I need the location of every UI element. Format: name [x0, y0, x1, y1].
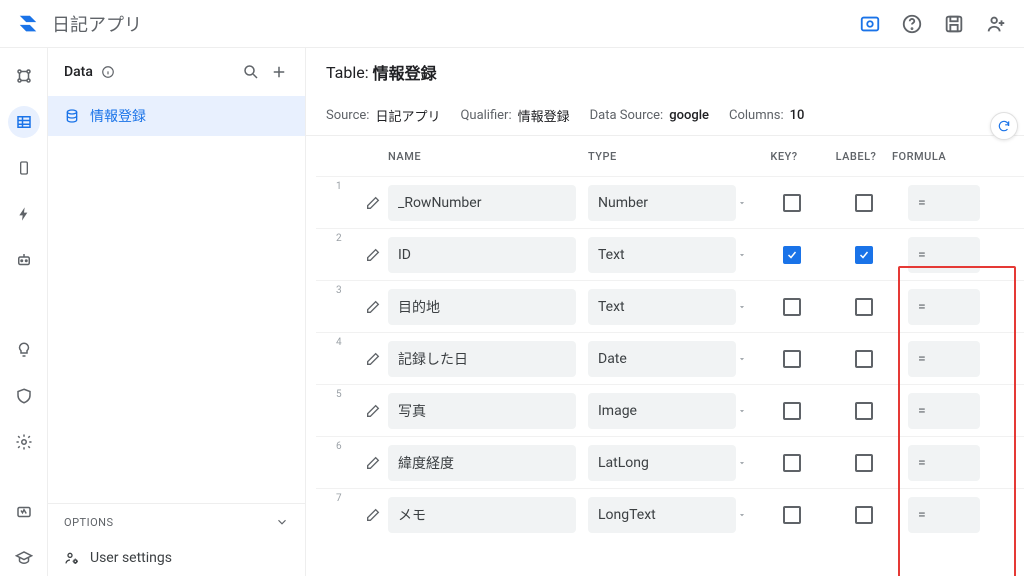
- key-checkbox[interactable]: [783, 194, 801, 212]
- chevron-down-icon[interactable]: [736, 406, 748, 416]
- edit-icon[interactable]: [358, 455, 388, 471]
- refresh-button[interactable]: [990, 112, 1018, 140]
- key-checkbox[interactable]: [783, 350, 801, 368]
- topbar: 日記アプリ: [0, 0, 1024, 48]
- nav-app-icon[interactable]: [8, 60, 40, 92]
- table-title: Table: 情報登録: [306, 48, 1024, 96]
- nav-data-icon[interactable]: [8, 106, 40, 138]
- label-checkbox[interactable]: [855, 350, 873, 368]
- column-name-input[interactable]: 記録した日: [388, 341, 576, 377]
- label-checkbox[interactable]: [855, 506, 873, 524]
- help-icon[interactable]: [900, 12, 924, 36]
- column-name-input[interactable]: メモ: [388, 497, 576, 533]
- edit-icon[interactable]: [358, 351, 388, 367]
- nav-automation-icon[interactable]: [8, 244, 40, 276]
- column-type-select[interactable]: Text: [588, 289, 736, 325]
- row-number: 1: [336, 177, 358, 192]
- formula-input[interactable]: =: [908, 289, 980, 325]
- sidebar-item-label: 情報登録: [90, 106, 146, 126]
- key-checkbox[interactable]: [783, 298, 801, 316]
- key-checkbox[interactable]: [783, 506, 801, 524]
- chevron-down-icon[interactable]: [736, 198, 748, 208]
- chevron-down-icon[interactable]: [736, 458, 748, 468]
- table-row: 7 メモ LongText =: [316, 488, 1024, 540]
- nav-actions-icon[interactable]: [8, 198, 40, 230]
- row-number: 3: [336, 281, 358, 296]
- preview-icon[interactable]: [858, 12, 882, 36]
- add-icon[interactable]: [269, 62, 289, 82]
- save-icon[interactable]: [942, 12, 966, 36]
- appsheet-logo: [16, 12, 40, 36]
- chevron-down-icon[interactable]: [736, 354, 748, 364]
- chevron-down-icon: [275, 515, 289, 529]
- formula-input[interactable]: =: [908, 445, 980, 481]
- column-type-select[interactable]: LatLong: [588, 445, 736, 481]
- chevron-down-icon[interactable]: [736, 250, 748, 260]
- nav-manage-icon[interactable]: [8, 496, 40, 528]
- edit-icon[interactable]: [358, 403, 388, 419]
- column-type-select[interactable]: Number: [588, 185, 736, 221]
- edit-icon[interactable]: [358, 195, 388, 211]
- column-type-select[interactable]: LongText: [588, 497, 736, 533]
- sidebar-item-table[interactable]: 情報登録: [48, 96, 305, 136]
- label-checkbox[interactable]: [855, 246, 873, 264]
- formula-input[interactable]: =: [908, 497, 980, 533]
- formula-input[interactable]: =: [908, 237, 980, 273]
- table-row: 6 緯度経度 LatLong =: [316, 436, 1024, 488]
- edit-icon[interactable]: [358, 299, 388, 315]
- table-row: 5 写真 Image =: [316, 384, 1024, 436]
- chevron-down-icon[interactable]: [736, 510, 748, 520]
- options-header[interactable]: OPTIONS: [48, 504, 305, 540]
- row-number: 7: [336, 489, 358, 504]
- nav-intelligence-icon[interactable]: [8, 334, 40, 366]
- left-nav: [0, 48, 48, 576]
- app-title: 日記アプリ: [52, 11, 142, 37]
- edit-icon[interactable]: [358, 247, 388, 263]
- label-checkbox[interactable]: [855, 454, 873, 472]
- column-name-input[interactable]: 目的地: [388, 289, 576, 325]
- key-checkbox[interactable]: [783, 246, 801, 264]
- user-settings-item[interactable]: User settings: [48, 540, 305, 576]
- side-panel: Data 情報登録 OPTIONS User settings: [48, 48, 306, 576]
- row-number: 6: [336, 437, 358, 452]
- row-number: 5: [336, 385, 358, 400]
- label-checkbox[interactable]: [855, 402, 873, 420]
- formula-input[interactable]: =: [908, 393, 980, 429]
- database-icon: [64, 108, 80, 124]
- nav-learn-icon[interactable]: [8, 542, 40, 574]
- side-title: Data: [64, 64, 93, 80]
- formula-input[interactable]: =: [908, 185, 980, 221]
- row-number: 4: [336, 333, 358, 348]
- content: Table: 情報登録 Source: 日記アプリ Qualifier: 情報登…: [306, 48, 1024, 576]
- label-checkbox[interactable]: [855, 298, 873, 316]
- key-checkbox[interactable]: [783, 454, 801, 472]
- row-number: 2: [336, 229, 358, 244]
- key-checkbox[interactable]: [783, 402, 801, 420]
- table-row: 2 ID Text =: [316, 228, 1024, 280]
- share-icon[interactable]: [984, 12, 1008, 36]
- table-row: 4 記録した日 Date =: [316, 332, 1024, 384]
- formula-input[interactable]: =: [908, 341, 980, 377]
- column-type-select[interactable]: Text: [588, 237, 736, 273]
- column-name-input[interactable]: ID: [388, 237, 576, 273]
- column-type-select[interactable]: Date: [588, 341, 736, 377]
- table-meta: Source: 日記アプリ Qualifier: 情報登録 Data Sourc…: [306, 96, 1024, 136]
- column-name-input[interactable]: 緯度経度: [388, 445, 576, 481]
- label-checkbox[interactable]: [855, 194, 873, 212]
- search-icon[interactable]: [241, 62, 261, 82]
- table-header: NAME TYPE KEY? LABEL? FORMULA: [316, 136, 1024, 176]
- nav-security-icon[interactable]: [8, 380, 40, 412]
- chevron-down-icon[interactable]: [736, 302, 748, 312]
- nav-settings-icon[interactable]: [8, 426, 40, 458]
- edit-icon[interactable]: [358, 507, 388, 523]
- column-name-input[interactable]: _RowNumber: [388, 185, 576, 221]
- table-row: 1 _RowNumber Number =: [316, 176, 1024, 228]
- nav-views-icon[interactable]: [8, 152, 40, 184]
- column-name-input[interactable]: 写真: [388, 393, 576, 429]
- user-gear-icon: [64, 550, 80, 566]
- column-type-select[interactable]: Image: [588, 393, 736, 429]
- table-row: 3 目的地 Text =: [316, 280, 1024, 332]
- info-icon[interactable]: [101, 65, 115, 79]
